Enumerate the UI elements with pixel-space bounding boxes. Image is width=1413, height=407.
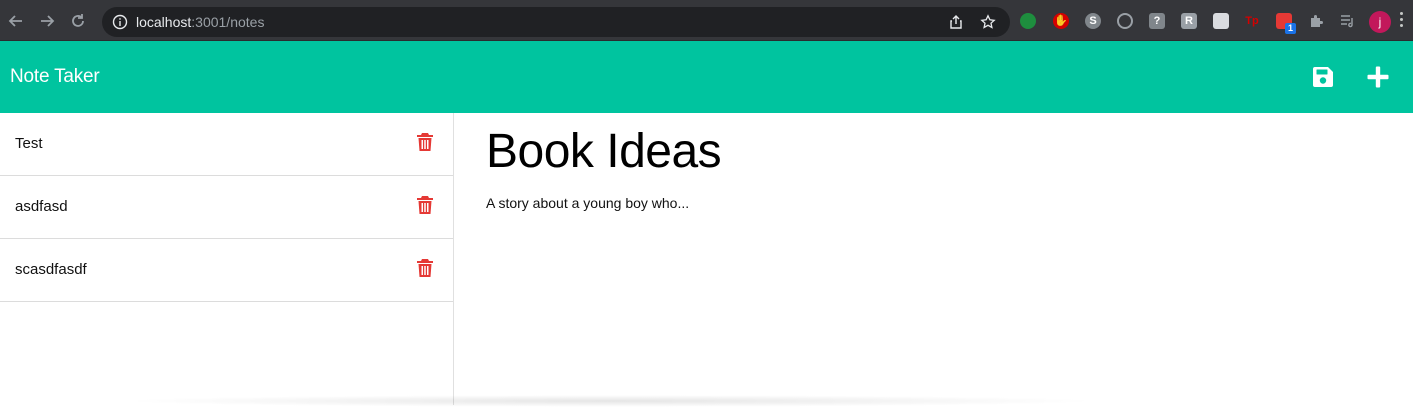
note-text-area[interactable]: A story about a young boy who...	[486, 195, 689, 212]
back-icon[interactable]	[6, 11, 26, 31]
share-icon[interactable]	[948, 14, 964, 30]
note-title: Test	[15, 135, 43, 152]
app-title[interactable]: Note Taker	[10, 66, 100, 88]
extension-badge-icon[interactable]: 1	[1276, 13, 1296, 34]
extension-r-icon[interactable]: R	[1181, 13, 1197, 29]
note-title: scasdfasdf	[15, 261, 87, 278]
media-queue-icon[interactable]	[1339, 13, 1355, 29]
forward-icon[interactable]	[37, 11, 57, 31]
bottom-shadow	[120, 395, 1100, 407]
extension-badge-count: 1	[1285, 23, 1296, 34]
note-list: Test asdfasd scasdfasdf	[0, 113, 454, 405]
note-list-item[interactable]: asdfasd	[0, 176, 453, 239]
extension-circle-icon[interactable]	[1117, 13, 1133, 29]
reload-icon[interactable]	[68, 11, 88, 31]
profile-avatar[interactable]: j	[1369, 11, 1391, 33]
save-note-icon[interactable]	[1311, 65, 1335, 89]
extension-s-icon[interactable]: S	[1085, 13, 1101, 29]
delete-note-icon[interactable]	[416, 258, 434, 278]
extensions-puzzle-icon[interactable]	[1308, 13, 1324, 29]
extension-tp-icon[interactable]: Tp	[1244, 13, 1260, 29]
delete-note-icon[interactable]	[416, 132, 434, 152]
extension-help-icon[interactable]: ?	[1149, 13, 1165, 29]
extension-green-icon[interactable]	[1020, 13, 1036, 29]
extension-red-hand-icon[interactable]: ✋	[1053, 13, 1069, 29]
address-bar[interactable]: localhost:3001/notes	[102, 7, 1010, 37]
delete-note-icon[interactable]	[416, 195, 434, 215]
note-title: asdfasd	[15, 198, 68, 215]
bookmark-star-icon[interactable]	[980, 14, 996, 30]
note-title-input[interactable]: Book Ideas	[486, 126, 722, 178]
browser-toolbar: localhost:3001/notes ✋ S ? R Tp 1 j	[0, 0, 1413, 41]
note-list-item[interactable]: scasdfasdf	[0, 239, 453, 302]
browser-menu-icon[interactable]	[1400, 12, 1404, 30]
url-path: :3001/notes	[191, 14, 265, 30]
note-list-item[interactable]: Test	[0, 113, 453, 176]
extension-document-icon[interactable]	[1213, 13, 1229, 29]
app-header: Note Taker	[0, 41, 1413, 113]
site-info-icon[interactable]	[112, 14, 128, 30]
new-note-icon[interactable]	[1366, 65, 1390, 89]
url-text: localhost:3001/notes	[136, 14, 264, 30]
note-editor: Book Ideas A story about a young boy who…	[455, 113, 1413, 405]
url-host: localhost	[136, 14, 192, 30]
